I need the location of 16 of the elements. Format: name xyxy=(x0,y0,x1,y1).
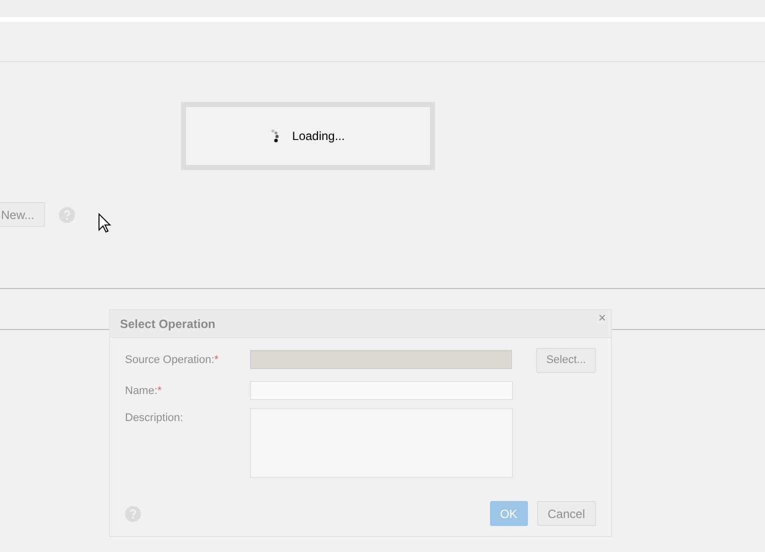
close-button[interactable]: × xyxy=(598,310,606,326)
field-label: Description: xyxy=(125,411,184,426)
required-mark: * xyxy=(157,384,162,399)
loading-text: Loading... xyxy=(292,128,345,145)
new-button[interactable]: New... xyxy=(0,202,46,227)
select-button[interactable]: Select... xyxy=(536,348,596,373)
field-label: Name: xyxy=(125,384,158,399)
field-label: Source Operation: xyxy=(125,353,214,368)
cancel-button[interactable]: Cancel xyxy=(536,501,596,526)
input-field[interactable] xyxy=(250,381,513,400)
cursor-icon xyxy=(98,213,111,233)
input-field[interactable] xyxy=(250,350,512,369)
spinner-icon xyxy=(271,129,280,143)
ok-button[interactable]: OK xyxy=(490,501,528,526)
dialog-title: Select Operation xyxy=(120,316,216,332)
required-mark: * xyxy=(214,353,219,368)
